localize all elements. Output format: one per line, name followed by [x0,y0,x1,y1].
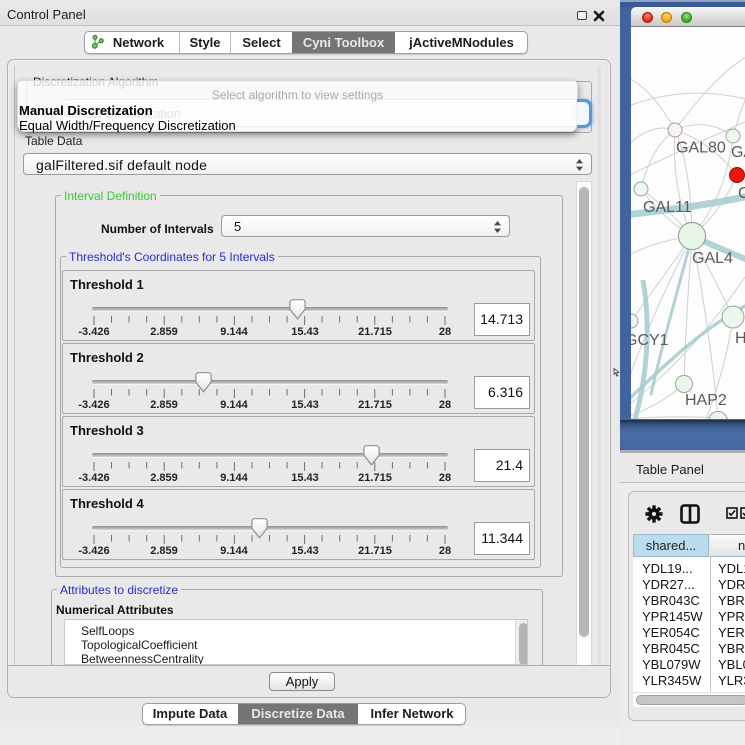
svg-text:C: C [738,185,745,202]
svg-text:GAL4: GAL4 [692,250,733,267]
svg-text:GAL80: GAL80 [676,140,726,157]
svg-text:HAP2: HAP2 [685,392,727,409]
svg-text:HI: HI [735,330,745,347]
svg-text:GCY1: GCY1 [631,332,669,349]
svg-text:GAL11: GAL11 [643,199,692,216]
svg-text:GAL: GAL [731,144,745,161]
